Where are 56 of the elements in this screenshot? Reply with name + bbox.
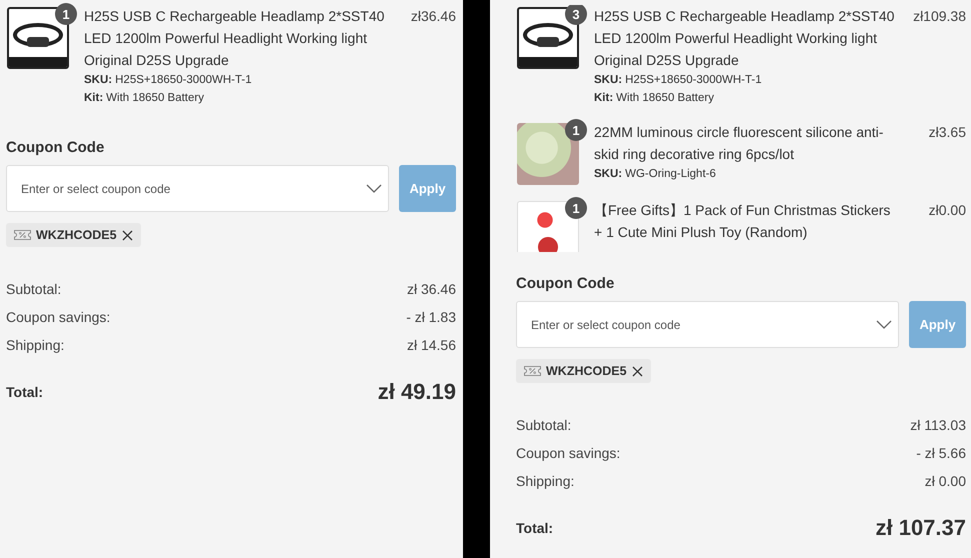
attribute-label: SKU:	[594, 74, 622, 86]
stickers-photo	[517, 201, 579, 252]
product-price: zł0.00	[928, 201, 966, 220]
total-label: Total:	[516, 520, 554, 536]
coupon-label: Coupon Code	[516, 275, 616, 292]
coupon-ticket-icon	[524, 366, 541, 376]
total-value: zł 49.19	[378, 379, 456, 405]
summary-label: Shipping:	[516, 472, 574, 491]
coupon-ticket-icon	[14, 230, 31, 240]
coupon-code: WKZHCODE5	[36, 228, 117, 242]
quantity-badge: 1	[565, 197, 587, 219]
summary-value: zł 0.00	[924, 472, 966, 491]
product-price: zł3.65	[928, 123, 966, 142]
summary-value: - zł 5.66	[916, 444, 966, 463]
product-price: zł109.38	[912, 7, 966, 26]
rings-photo	[517, 123, 579, 185]
coupon-select-field[interactable]: Enter or select coupon code	[6, 165, 389, 212]
summary-value: zł 14.56	[406, 336, 456, 355]
chevron-down-icon	[876, 320, 892, 329]
close-icon[interactable]	[122, 230, 133, 240]
attribute-value: H25S+18650-3000WH-T-1	[115, 74, 252, 86]
attribute-value: H25S+18650-3000WH-T-1	[625, 74, 762, 86]
total-label: Total:	[6, 384, 44, 400]
product-title: H25S USB C Rechargeable Headlamp 2*SST40 LED 1200lm Powerful Headlight Working light Original D25S Upgrade	[84, 7, 386, 70]
attribute-value: With 18650 Battery	[106, 92, 204, 104]
headlamp-photo	[7, 7, 69, 69]
summary-label: Coupon savings:	[516, 444, 620, 463]
attribute-label: SKU:	[594, 168, 622, 180]
summary-label: Subtotal:	[516, 416, 572, 435]
attribute-label: SKU:	[84, 74, 112, 86]
quantity-badge: 1	[565, 119, 587, 141]
summary-label: Coupon savings:	[6, 308, 110, 327]
chevron-down-icon	[366, 184, 382, 193]
coupon-select-field[interactable]: Enter or select coupon code	[516, 301, 899, 348]
close-icon[interactable]	[632, 366, 643, 376]
coupon-code: WKZHCODE5	[546, 364, 627, 378]
product-price: zł36.46	[410, 7, 456, 26]
attribute-value: WG-Oring-Light-6	[625, 168, 716, 180]
summary-value: zł 36.46	[406, 280, 456, 299]
summary-value: - zł 1.83	[406, 308, 456, 327]
attribute-label: Kit:	[594, 92, 614, 104]
product-title: 22MM luminous circle fluorescent silicone anti-skid ring decorative ring 6pcs/lot	[594, 123, 884, 164]
coupon-label: Coupon Code	[6, 139, 106, 156]
quantity-badge: 1	[55, 3, 77, 25]
summary-label: Subtotal:	[6, 280, 62, 299]
attribute-value: With 18650 Battery	[616, 92, 714, 104]
product-title: H25S USB C Rechargeable Headlamp 2*SST40 LED 1200lm Powerful Headlight Working light Original D25S Upgrade	[594, 7, 896, 70]
apply-button[interactable]: Apply	[399, 165, 456, 212]
quantity-badge: 3	[565, 5, 587, 25]
product-title: 【Free Gifts】1 Pack of Fun Christmas Stickers + 1 Cute Mini Plush Toy (Random)	[594, 201, 892, 242]
summary-value: zł 113.03	[910, 416, 966, 435]
apply-button[interactable]: Apply	[909, 301, 966, 348]
summary-label: Shipping:	[6, 336, 64, 355]
attribute-label: Kit:	[84, 92, 104, 104]
headlamp-photo	[517, 7, 579, 69]
total-value: zł 107.37	[875, 515, 966, 541]
